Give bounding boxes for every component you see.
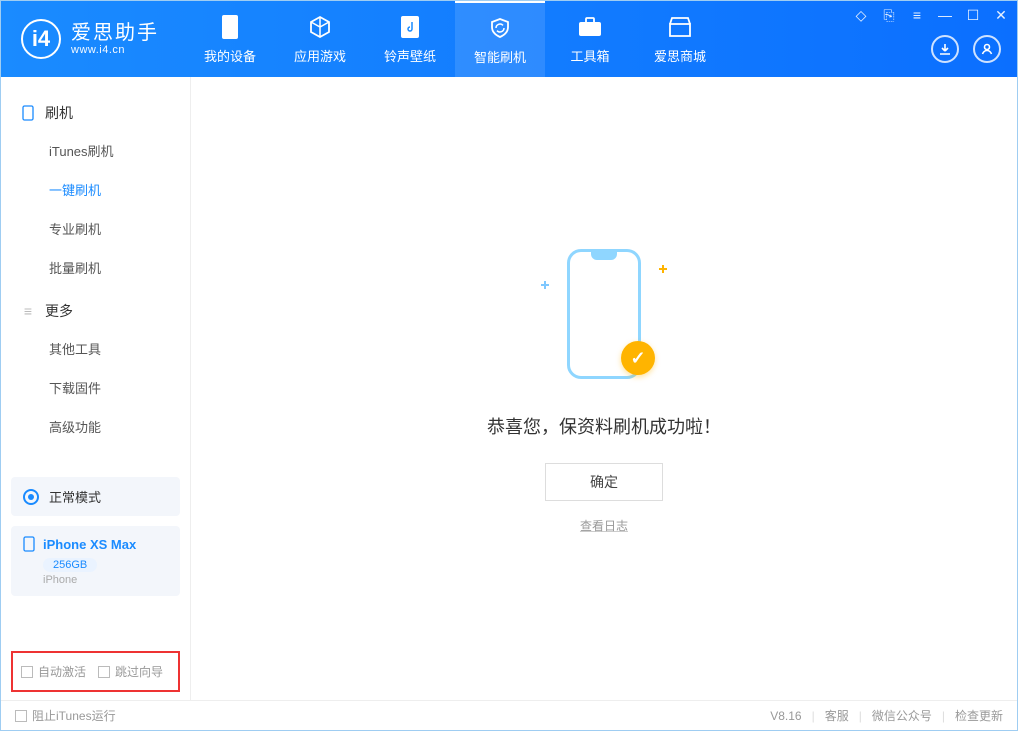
checkbox-label: 阻止iTunes运行 bbox=[32, 707, 116, 724]
separator: | bbox=[859, 709, 862, 723]
checkbox-label: 跳过向导 bbox=[115, 663, 163, 680]
checkbox-block-itunes[interactable]: 阻止iTunes运行 bbox=[15, 707, 116, 724]
device-panel: 正常模式 iPhone XS Max 256GB iPhone bbox=[11, 477, 180, 596]
device-icon bbox=[217, 14, 243, 40]
close-button[interactable]: ✕ bbox=[993, 7, 1009, 24]
header-right-buttons bbox=[931, 35, 1001, 63]
app-domain: www.i4.cn bbox=[71, 44, 159, 56]
checkbox-label: 自动激活 bbox=[38, 663, 86, 680]
phone-small-icon bbox=[21, 106, 35, 120]
tab-toolbox[interactable]: 工具箱 bbox=[545, 1, 635, 77]
device-info-row[interactable]: iPhone XS Max 256GB iPhone bbox=[11, 526, 180, 596]
options-highlight-box: 自动激活 跳过向导 bbox=[11, 651, 180, 692]
tab-label: 爱思商城 bbox=[654, 46, 706, 65]
tab-store[interactable]: 爱思商城 bbox=[635, 1, 725, 77]
sidebar-item-advanced[interactable]: 高级功能 bbox=[1, 407, 190, 446]
music-file-icon bbox=[397, 14, 423, 40]
user-button[interactable] bbox=[973, 35, 1001, 63]
footer-right: V8.16 | 客服 | 微信公众号 | 检查更新 bbox=[770, 707, 1003, 724]
logo-area: i4 爱思助手 www.i4.cn bbox=[1, 19, 175, 59]
sidebar-section-more: ≡ 更多 其他工具 下载固件 高级功能 bbox=[1, 293, 190, 446]
version-label: V8.16 bbox=[770, 709, 801, 723]
tab-smart-flash[interactable]: 智能刷机 bbox=[455, 1, 545, 77]
device-mode-row[interactable]: 正常模式 bbox=[11, 477, 180, 516]
sidebar-head-flash: 刷机 bbox=[1, 95, 190, 131]
sidebar: 刷机 iTunes刷机 一键刷机 专业刷机 批量刷机 ≡ 更多 其他工具 下载固… bbox=[1, 77, 191, 700]
section-title: 更多 bbox=[45, 301, 73, 321]
sidebar-item-batch-flash[interactable]: 批量刷机 bbox=[1, 248, 190, 287]
tab-apps-games[interactable]: 应用游戏 bbox=[275, 1, 365, 77]
success-illustration: ✓ bbox=[539, 243, 669, 393]
tab-label: 铃声壁纸 bbox=[384, 46, 436, 65]
sidebar-head-more: ≡ 更多 bbox=[1, 293, 190, 329]
separator: | bbox=[942, 709, 945, 723]
download-button[interactable] bbox=[931, 35, 959, 63]
section-title: 刷机 bbox=[45, 103, 73, 123]
sidebar-item-oneclick-flash[interactable]: 一键刷机 bbox=[1, 170, 190, 209]
app-header: i4 爱思助手 www.i4.cn 我的设备 应用游戏 铃声壁纸 智能刷机 工具… bbox=[1, 1, 1017, 77]
device-mode: 正常模式 bbox=[49, 487, 101, 506]
status-bar: 阻止iTunes运行 V8.16 | 客服 | 微信公众号 | 检查更新 bbox=[1, 700, 1017, 730]
toolbox-icon bbox=[577, 14, 603, 40]
list-icon: ≡ bbox=[21, 304, 35, 318]
device-name-row: iPhone XS Max bbox=[23, 536, 168, 552]
refresh-shield-icon bbox=[487, 15, 513, 41]
sidebar-section-flash: 刷机 iTunes刷机 一键刷机 专业刷机 批量刷机 bbox=[1, 95, 190, 287]
success-check-icon: ✓ bbox=[621, 341, 655, 375]
sparkle-icon bbox=[659, 265, 667, 273]
tab-label: 工具箱 bbox=[570, 46, 609, 65]
checkbox-icon bbox=[98, 666, 110, 678]
confirm-button[interactable]: 确定 bbox=[545, 463, 663, 501]
view-log-link[interactable]: 查看日志 bbox=[580, 517, 628, 534]
checkbox-skip-guide[interactable]: 跳过向导 bbox=[98, 663, 163, 680]
skin-icon[interactable]: ◇ bbox=[853, 7, 869, 24]
sidebar-item-itunes-flash[interactable]: iTunes刷机 bbox=[1, 131, 190, 170]
shop-icon bbox=[667, 14, 693, 40]
menu-icon[interactable]: ≡ bbox=[909, 7, 925, 24]
checkbox-icon bbox=[21, 666, 33, 678]
tab-label: 应用游戏 bbox=[294, 46, 346, 65]
app-body: 刷机 iTunes刷机 一键刷机 专业刷机 批量刷机 ≡ 更多 其他工具 下载固… bbox=[1, 77, 1017, 700]
sidebar-item-pro-flash[interactable]: 专业刷机 bbox=[1, 209, 190, 248]
tab-label: 我的设备 bbox=[204, 46, 256, 65]
main-tabs: 我的设备 应用游戏 铃声壁纸 智能刷机 工具箱 爱思商城 bbox=[185, 1, 725, 77]
app-logo-icon: i4 bbox=[21, 19, 61, 59]
sidebar-item-download-firmware[interactable]: 下载固件 bbox=[1, 368, 190, 407]
checkbox-auto-activate[interactable]: 自动激活 bbox=[21, 663, 86, 680]
footer-link-update[interactable]: 检查更新 bbox=[955, 707, 1003, 724]
mode-dot-icon bbox=[23, 489, 39, 505]
sidebar-item-other-tools[interactable]: 其他工具 bbox=[1, 329, 190, 368]
maximize-button[interactable]: ☐ bbox=[965, 7, 981, 24]
device-capacity: 256GB bbox=[43, 558, 97, 572]
app-name: 爱思助手 bbox=[71, 22, 159, 44]
app-title-block: 爱思助手 www.i4.cn bbox=[71, 22, 159, 56]
main-content: ✓ 恭喜您，保资料刷机成功啦！ 确定 查看日志 bbox=[191, 77, 1017, 700]
feedback-icon[interactable]: ⎘ bbox=[881, 7, 897, 24]
device-name: iPhone XS Max bbox=[43, 537, 136, 552]
tab-label: 智能刷机 bbox=[474, 47, 526, 66]
cube-icon bbox=[307, 14, 333, 40]
separator: | bbox=[812, 709, 815, 723]
checkbox-icon bbox=[15, 710, 27, 722]
footer-link-wechat[interactable]: 微信公众号 bbox=[872, 707, 932, 724]
minimize-button[interactable]: ― bbox=[937, 7, 953, 24]
phone-outline-icon bbox=[23, 536, 35, 552]
footer-link-support[interactable]: 客服 bbox=[825, 707, 849, 724]
success-message: 恭喜您，保资料刷机成功啦！ bbox=[487, 413, 721, 439]
footer-left: 阻止iTunes运行 bbox=[15, 707, 116, 724]
sparkle-icon bbox=[541, 281, 549, 289]
tab-my-device[interactable]: 我的设备 bbox=[185, 1, 275, 77]
tab-ringtone-wallpaper[interactable]: 铃声壁纸 bbox=[365, 1, 455, 77]
window-controls: ◇ ⎘ ≡ ― ☐ ✕ bbox=[853, 7, 1009, 24]
device-type: iPhone bbox=[43, 574, 168, 586]
